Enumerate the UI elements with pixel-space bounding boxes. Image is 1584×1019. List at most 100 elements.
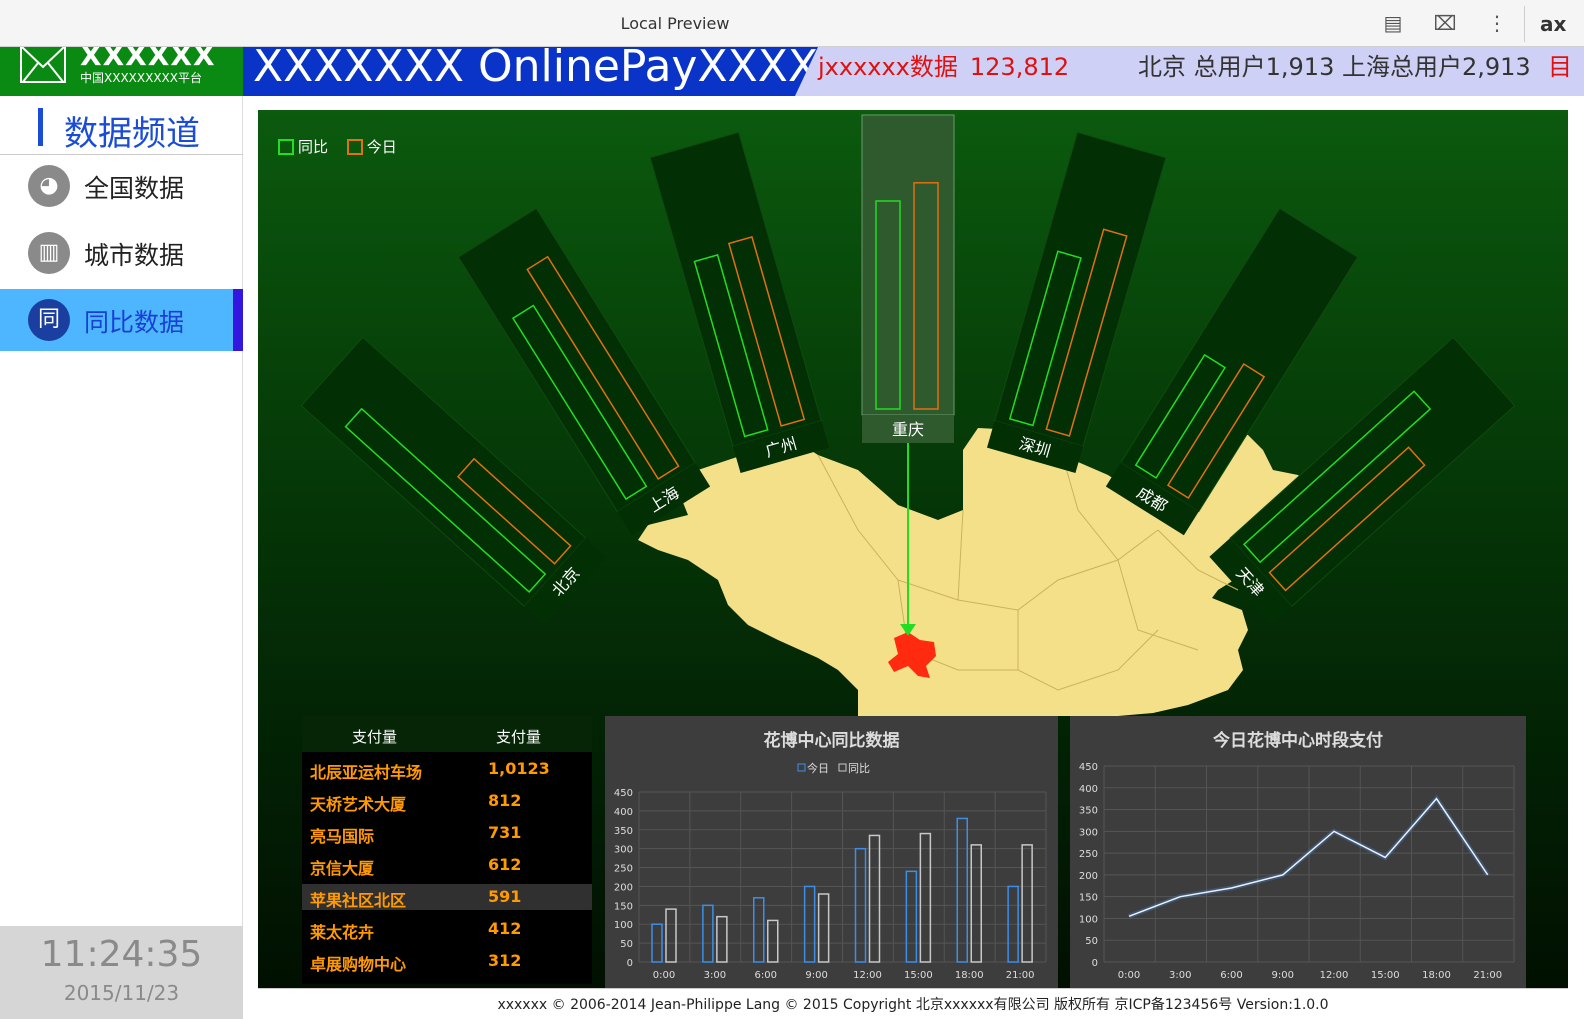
bar-yoy-0:00: [665, 908, 677, 963]
table-header-cell: 支付量: [352, 728, 398, 746]
clear-icon[interactable]: ⌧: [1432, 10, 1458, 36]
window-titlebar: Local Preview ▤ ⌧ ⋮ ax: [0, 0, 1584, 47]
bar-yoy-3:00: [716, 915, 728, 963]
legend-swatch-yoy: [838, 763, 847, 772]
x-tick-label: 3:00: [704, 970, 726, 981]
bar-yoy-21:00: [1021, 844, 1033, 963]
fan-group-3[interactable]: 重庆: [861, 114, 955, 443]
legend-item-yoy[interactable]: 同比: [278, 136, 328, 157]
y-tick-label: 100: [1079, 914, 1098, 925]
y-tick-label: 50: [1085, 936, 1098, 947]
window-title: Local Preview: [620, 14, 730, 33]
row-name: 卓展购物中心: [310, 955, 407, 974]
row-value: 812: [488, 791, 522, 810]
x-tick-label: 9:00: [805, 970, 827, 981]
active-indicator: [233, 289, 243, 351]
x-tick-label: 9:00: [1272, 970, 1294, 981]
more-menu-icon[interactable]: ⋮: [1484, 10, 1510, 36]
row-value: 412: [488, 919, 522, 938]
ticker-cities: 北京 总用户1,913 上海总用户2,913: [1138, 53, 1531, 81]
row-value: 591: [488, 887, 522, 906]
y-tick-label: 100: [614, 920, 633, 931]
sidebar-item-label: 同比数据: [84, 308, 185, 337]
y-tick-label: 400: [1079, 784, 1098, 795]
x-tick-label: 0:00: [1118, 970, 1140, 981]
bar-yoy-18:00: [970, 844, 982, 963]
y-tick-label: 350: [614, 826, 633, 837]
y-tick-label: 150: [614, 901, 633, 912]
clock-time: 11:24:35: [40, 934, 203, 975]
row-name: 莱太花卉: [310, 923, 375, 942]
x-tick-label: 0:00: [653, 970, 675, 981]
fan-legend: 同比 今日: [278, 136, 411, 157]
table-row[interactable]: 莱太花卉 412: [302, 916, 592, 942]
ticker-value: 123,812: [969, 53, 1070, 81]
fan-group-4[interactable]: 深圳: [986, 131, 1167, 473]
table-header-cell: 支付量: [496, 728, 542, 746]
legend-label-today: 今日: [366, 138, 397, 156]
row-value: 1,0123: [488, 759, 550, 778]
bar-today-18:00: [956, 817, 968, 963]
y-tick-label: 300: [1079, 827, 1098, 838]
today-line-chart: 0 50 100 150 200 250 300 350 400 450 0:00 3:00 6:00 9…: [1079, 762, 1515, 981]
dashboard-main: 北京 上海 广州 重庆 深圳 成都 天津 同比 今日 支付量 支付量 北辰亚运村车场 1,01…: [258, 110, 1568, 988]
clock-date: 2015/11/23: [63, 981, 180, 1005]
banner-title-block: XXXXXXX OnlinePayXXXX: [243, 47, 818, 96]
x-tick-label: 15:00: [1371, 970, 1400, 981]
y-tick-label: 200: [1079, 871, 1098, 882]
legend-label-yoy: 同比: [298, 138, 329, 156]
bar-today-3:00: [702, 904, 714, 963]
row-name: 苹果社区北区: [310, 891, 407, 910]
ticker-label: jxxxxxx数据: [818, 53, 958, 81]
reader-icon[interactable]: ▤: [1380, 10, 1406, 36]
fan-group-2[interactable]: 广州: [649, 131, 830, 473]
x-tick-label: 15:00: [904, 970, 933, 981]
table-row[interactable]: 卓展购物中心 312: [302, 948, 592, 974]
table-row[interactable]: 亮马国际 731: [302, 820, 592, 846]
y-tick-label: 450: [614, 788, 633, 799]
x-tick-label: 3:00: [1169, 970, 1191, 981]
legend-label-yoy: 同比: [848, 762, 870, 775]
table-row[interactable]: 京信大厦 612: [302, 852, 592, 878]
legend-item-today[interactable]: 今日: [346, 136, 397, 157]
globe-icon: ◕: [28, 165, 70, 207]
sidebar-heading: 数据频道: [0, 96, 243, 155]
sidebar-item-city[interactable]: ▥ 城市数据: [0, 222, 243, 284]
building-icon: ▥: [28, 232, 70, 274]
y-tick-label: 450: [1079, 762, 1098, 773]
ticker-cut: 目: [1548, 53, 1572, 81]
sidebar-item-compare[interactable]: 同 同比数据: [0, 289, 243, 351]
heading-accent: [38, 108, 43, 146]
fan-sector-广州: [649, 131, 822, 447]
table-row[interactable]: 天桥艺术大厦 812: [302, 788, 592, 814]
legend-swatch-today: [346, 139, 363, 155]
x-tick-label: 6:00: [1220, 970, 1242, 981]
bar-yoy-6:00: [767, 919, 779, 963]
envelope-icon: [20, 47, 66, 83]
y-tick-label: 50: [620, 939, 633, 950]
today-line-chart-panel: 今日花博中心时段支付 0 50 100 150 200 250 300 350 400 450 0:…: [1070, 716, 1526, 988]
y-tick-label: 350: [1079, 806, 1098, 817]
bar-today-6:00: [753, 897, 765, 963]
table-row[interactable]: 北辰亚运村车场 1,0123: [302, 756, 592, 782]
y-tick-label: 400: [614, 807, 633, 818]
y-tick-label: 0: [627, 958, 633, 969]
x-tick-label: 21:00: [1473, 970, 1502, 981]
x-tick-label: 12:00: [1320, 970, 1349, 981]
legend-swatch-today: [797, 763, 806, 772]
city-fan-chart: 北京上海广州重庆深圳成都天津: [300, 114, 1516, 716]
yoy-bar-chart-panel: 花博中心同比数据 0 50 100 150 200 250 300 350 400 450 0:00…: [605, 716, 1058, 988]
row-value: 312: [488, 951, 522, 970]
yoy-bar-chart: 0 50 100 150 200 250 300 350 400 450 0:00 3:00 6:00 9…: [614, 761, 1047, 981]
sidebar-item-national[interactable]: ◕ 全国数据: [0, 155, 243, 217]
payment-table: 支付量 支付量 北辰亚运村车场 1,0123 天桥艺术大厦 812 亮马国际 731 …: [302, 716, 592, 984]
app-logo: XXXXXX 中国XXXXXXXXX平台: [0, 47, 243, 96]
footer-copyright: xxxxxx © 2006-2014 Jean-Philippe Lang © …: [497, 997, 1329, 1013]
sidebar: 数据频道 ◕ 全国数据 ▥ 城市数据 同 同比数据 11:24:35 2015/…: [0, 96, 243, 1019]
row-name: 天桥艺术大厦: [310, 795, 407, 814]
row-name: 北辰亚运村车场: [310, 763, 423, 782]
table-row-highlighted[interactable]: 苹果社区北区 591: [302, 884, 592, 910]
sidebar-heading-text: 数据频道: [64, 114, 200, 154]
y-tick-label: 0: [1092, 958, 1098, 969]
compare-icon: 同: [28, 299, 70, 341]
